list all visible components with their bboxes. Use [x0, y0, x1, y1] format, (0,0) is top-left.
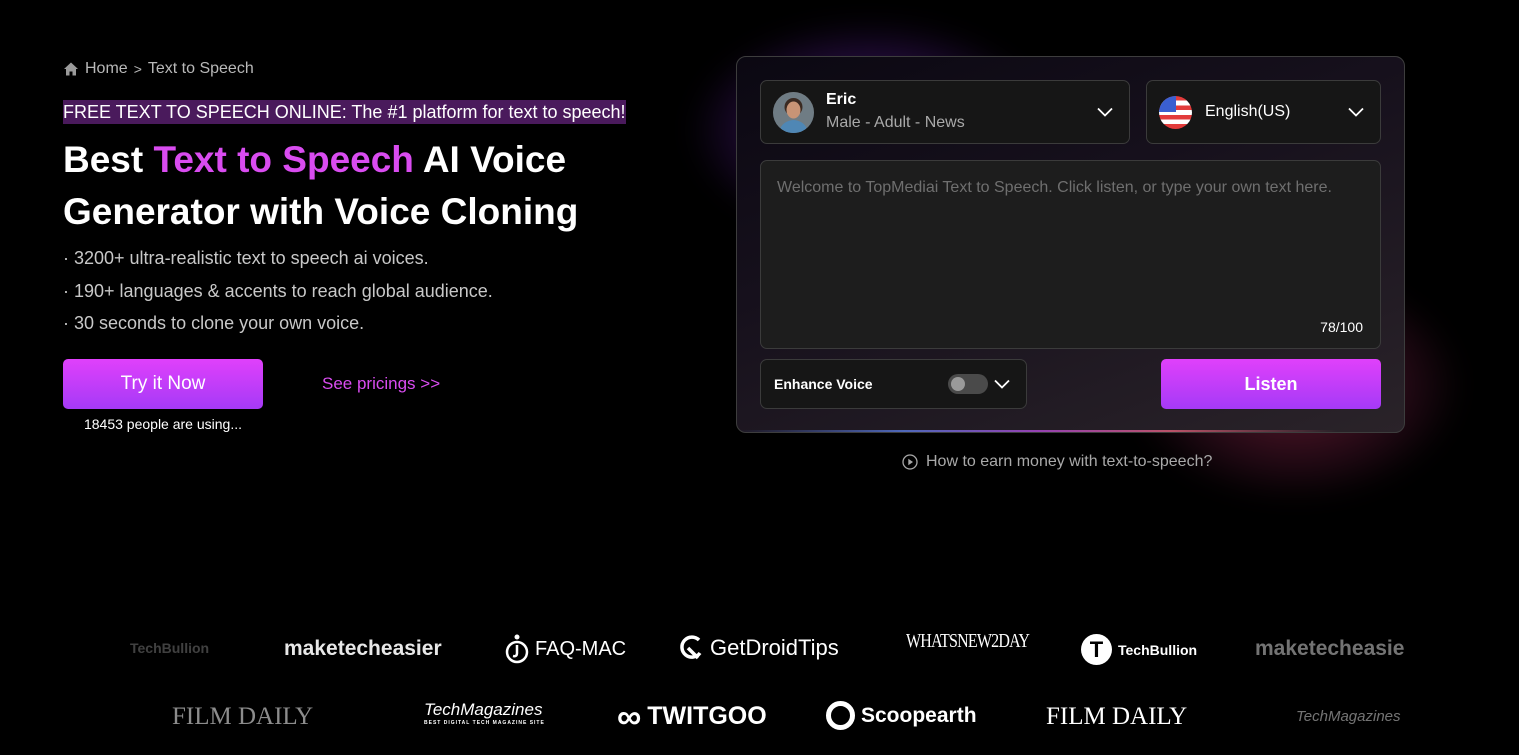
enhance-voice-toggle[interactable]: [948, 374, 988, 394]
logo-text: TechBullion: [130, 640, 210, 656]
feature-list: · 3200+ ultra-realistic text to speech a…: [63, 244, 493, 342]
see-pricings-link[interactable]: See pricings >>: [322, 374, 440, 394]
logo-techmagazines: TechMagazines: [1296, 708, 1406, 725]
headline-accent: Text to Speech: [153, 139, 414, 180]
logo-text: FILM DAILY: [172, 703, 314, 730]
logo-getdroidtips: GetDroidTips: [678, 634, 839, 662]
voice-name: Eric: [826, 91, 857, 108]
listen-button[interactable]: Listen: [1161, 359, 1381, 409]
tts-text-input[interactable]: [761, 161, 1380, 348]
chevron-down-icon[interactable]: [1348, 107, 1364, 117]
feature-item: · 190+ languages & accents to reach glob…: [63, 280, 493, 301]
toggle-knob: [951, 377, 965, 391]
breadcrumb-current: Text to Speech: [147, 60, 254, 77]
infinity-icon: ∞: [617, 697, 642, 736]
page-title: Best Text to Speech AI Voice Generator w…: [63, 134, 663, 238]
faq-mac-icon: [505, 634, 529, 664]
logo-text: GetDroidTips: [710, 635, 839, 660]
logo-maketecheasier: maketecheasier: [1255, 637, 1405, 661]
logo-techmagazines: TechMagazines BEST DIGITAL TECH MAGAZINE…: [424, 700, 545, 726]
logo-techbullion: TechBullion: [130, 640, 209, 656]
card-bottom-gradient-line: [737, 430, 1404, 432]
earn-money-link[interactable]: How to earn money with text-to-speech?: [902, 453, 1212, 471]
feature-item: · 30 seconds to clone your own voice.: [63, 313, 365, 333]
chevron-down-icon[interactable]: [994, 379, 1010, 389]
logo-text: FILM DAILY: [1046, 703, 1188, 730]
logo-text: maketecheasier: [1255, 637, 1405, 660]
play-circle-icon: [902, 454, 918, 470]
logo-text: maketecheasier: [284, 637, 442, 660]
language-selector[interactable]: English(US): [1146, 80, 1381, 144]
us-flag-icon: [1159, 95, 1192, 129]
feature-item: · 3200+ ultra-realistic text to speech a…: [63, 248, 429, 268]
enhance-voice-label: Enhance Voice: [774, 376, 873, 392]
logo-text: WHATSNEW2DAY: [906, 630, 1030, 652]
voice-meta: Male - Adult - News: [826, 114, 965, 131]
voice-selector[interactable]: Eric Male - Adult - News: [760, 80, 1130, 144]
logo-text: TechBullion: [1118, 641, 1198, 658]
getdroidtips-icon: [680, 635, 702, 660]
logo-text: TechMagazines: [1296, 708, 1401, 725]
breadcrumb: Home > Text to Speech: [63, 60, 254, 78]
voice-avatar: [773, 91, 814, 133]
logo-scoopearth: Scoopearth: [826, 701, 977, 730]
language-label: English(US): [1205, 103, 1291, 120]
home-icon[interactable]: [63, 61, 79, 77]
logo-film-daily: FILM DAILY: [172, 703, 313, 731]
breadcrumb-separator: >: [133, 61, 142, 77]
logo-text: TWITGOO: [647, 702, 767, 730]
logo-text: FAQ-MAC: [535, 637, 627, 660]
enhance-voice-control: Enhance Voice: [760, 359, 1027, 409]
earn-money-link-text: How to earn money with text-to-speech?: [926, 453, 1213, 470]
logo-faq-mac: FAQ-MAC: [505, 633, 626, 665]
headline-part1: Best: [63, 139, 154, 180]
chevron-down-icon[interactable]: [1097, 107, 1113, 117]
logo-techbullion: T TechBullion: [1081, 634, 1197, 665]
hero-tagline: FREE TEXT TO SPEECH ONLINE: The #1 platf…: [63, 100, 626, 124]
logo-film-daily: FILM DAILY: [1046, 703, 1187, 731]
techbullion-icon: T: [1081, 634, 1112, 665]
logo-twitgoo: ∞ TWITGOO: [617, 697, 767, 736]
breadcrumb-home-link[interactable]: Home: [85, 60, 128, 78]
try-it-now-button[interactable]: Try it Now: [63, 359, 263, 409]
logo-text: TechMagazines: [424, 700, 543, 719]
logo-text: Scoopearth: [861, 703, 977, 727]
logo-maketecheasier: maketecheasier: [284, 637, 442, 661]
people-using-count: 18453 people are using...: [83, 416, 242, 432]
text-input-container: 78/100: [760, 160, 1381, 349]
logo-subtext: BEST DIGITAL TECH MAGAZINE SITE: [424, 720, 545, 726]
scoopearth-icon: [826, 701, 855, 730]
character-count: 78/100: [1320, 319, 1363, 335]
logo-whatsnew2day: WHATSNEW2DAY: [906, 630, 1030, 653]
